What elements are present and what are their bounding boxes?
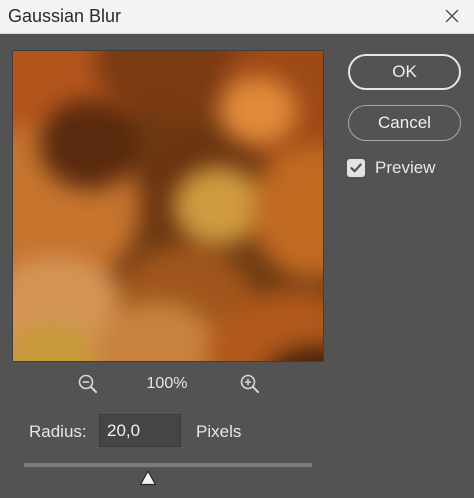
radius-input[interactable] — [99, 414, 181, 447]
radius-slider-thumb[interactable] — [139, 470, 157, 486]
radius-slider-track[interactable] — [24, 463, 312, 467]
ok-button[interactable]: OK — [348, 54, 461, 90]
title-bar: Gaussian Blur — [0, 0, 474, 34]
preview-label[interactable]: Preview — [375, 157, 435, 179]
close-icon — [445, 9, 459, 23]
triangle-thumb-icon — [139, 470, 156, 486]
checkmark-icon — [350, 163, 362, 173]
pixels-unit-label: Pixels — [196, 422, 242, 441]
zoom-level-readout: 100% — [146, 375, 188, 392]
preview-checkbox[interactable] — [347, 159, 365, 177]
zoom-in-icon — [240, 374, 259, 393]
blur-preview-image[interactable] — [12, 50, 324, 362]
close-button[interactable] — [438, 4, 466, 28]
preview-content — [13, 51, 323, 361]
dialog-title: Gaussian Blur — [8, 6, 122, 26]
zoom-out-icon — [78, 374, 97, 393]
zoom-out-button[interactable] — [77, 373, 99, 395]
cancel-button[interactable]: Cancel — [348, 105, 461, 141]
radius-label: Radius: — [29, 422, 87, 441]
zoom-in-button[interactable] — [239, 373, 261, 395]
